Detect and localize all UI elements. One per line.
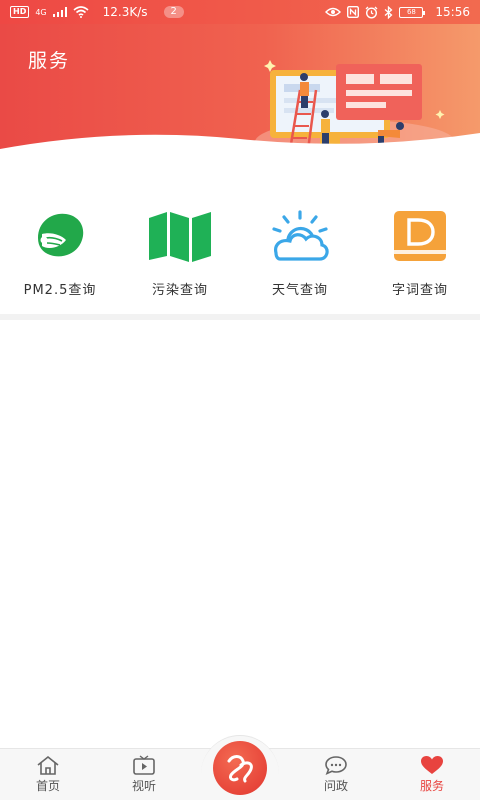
network-type: 4G xyxy=(35,7,47,17)
service-dictionary[interactable]: 字词查询 xyxy=(360,205,480,313)
service-pm25[interactable]: PM2.5查询 xyxy=(0,205,120,313)
header-banner: 服务 xyxy=(0,24,480,164)
clock: 15:56 xyxy=(435,5,470,19)
battery-level: 68 xyxy=(406,7,416,16)
service-label: 污染查询 xyxy=(151,283,208,298)
network-speed: 12.3K/s xyxy=(102,5,148,19)
battery-icon: 68 xyxy=(399,6,426,18)
tv-icon xyxy=(133,755,155,775)
bluetooth-icon xyxy=(384,5,393,19)
heart-icon xyxy=(421,756,443,774)
section-divider xyxy=(0,314,480,320)
hd-badge: HD xyxy=(10,6,30,18)
chat-bubble-icon xyxy=(325,756,347,775)
wifi-icon xyxy=(73,6,89,18)
dictionary-icon xyxy=(385,205,455,267)
nfc-icon xyxy=(347,6,360,18)
service-label: PM2.5查询 xyxy=(23,283,97,298)
alarm-icon xyxy=(365,6,378,19)
bottom-nav: 首页 视听 问政 服务 xyxy=(0,735,480,800)
signal-icon xyxy=(52,7,67,17)
weather-icon xyxy=(265,205,335,267)
nav-service-label: 服务 xyxy=(419,779,444,793)
header-wave xyxy=(0,133,480,164)
nav-video-label: 视听 xyxy=(131,779,156,793)
nav-center xyxy=(192,735,288,800)
nav-politics[interactable]: 问政 xyxy=(288,749,384,800)
page-title: 服务 xyxy=(28,50,71,72)
service-weather[interactable]: 天气查询 xyxy=(240,205,360,313)
map-icon xyxy=(145,205,215,267)
status-bar: HD 4G 12.3K/s 2 68 15:56 xyxy=(0,0,480,24)
service-pollution[interactable]: 污染查询 xyxy=(120,205,240,313)
brand-logo-icon xyxy=(227,755,253,783)
eye-icon xyxy=(325,7,342,17)
nav-video[interactable]: 视听 xyxy=(96,749,192,800)
mask-icon xyxy=(25,205,95,267)
service-label: 天气查询 xyxy=(271,283,328,298)
nav-home-label: 首页 xyxy=(35,779,60,793)
nav-service[interactable]: 服务 xyxy=(384,749,480,800)
nav-home[interactable]: 首页 xyxy=(0,749,96,800)
nav-politics-label: 问政 xyxy=(323,779,348,793)
center-logo-button[interactable] xyxy=(213,741,267,795)
service-label: 字词查询 xyxy=(391,283,448,298)
notification-count: 2 xyxy=(163,6,184,18)
service-grid: PM2.5查询 污染查询 天气查询 字词查询 xyxy=(0,205,480,313)
home-icon xyxy=(37,755,59,775)
screen: HD 4G 12.3K/s 2 68 15:56 服务 PM2.5查询 污染查询… xyxy=(0,0,480,800)
